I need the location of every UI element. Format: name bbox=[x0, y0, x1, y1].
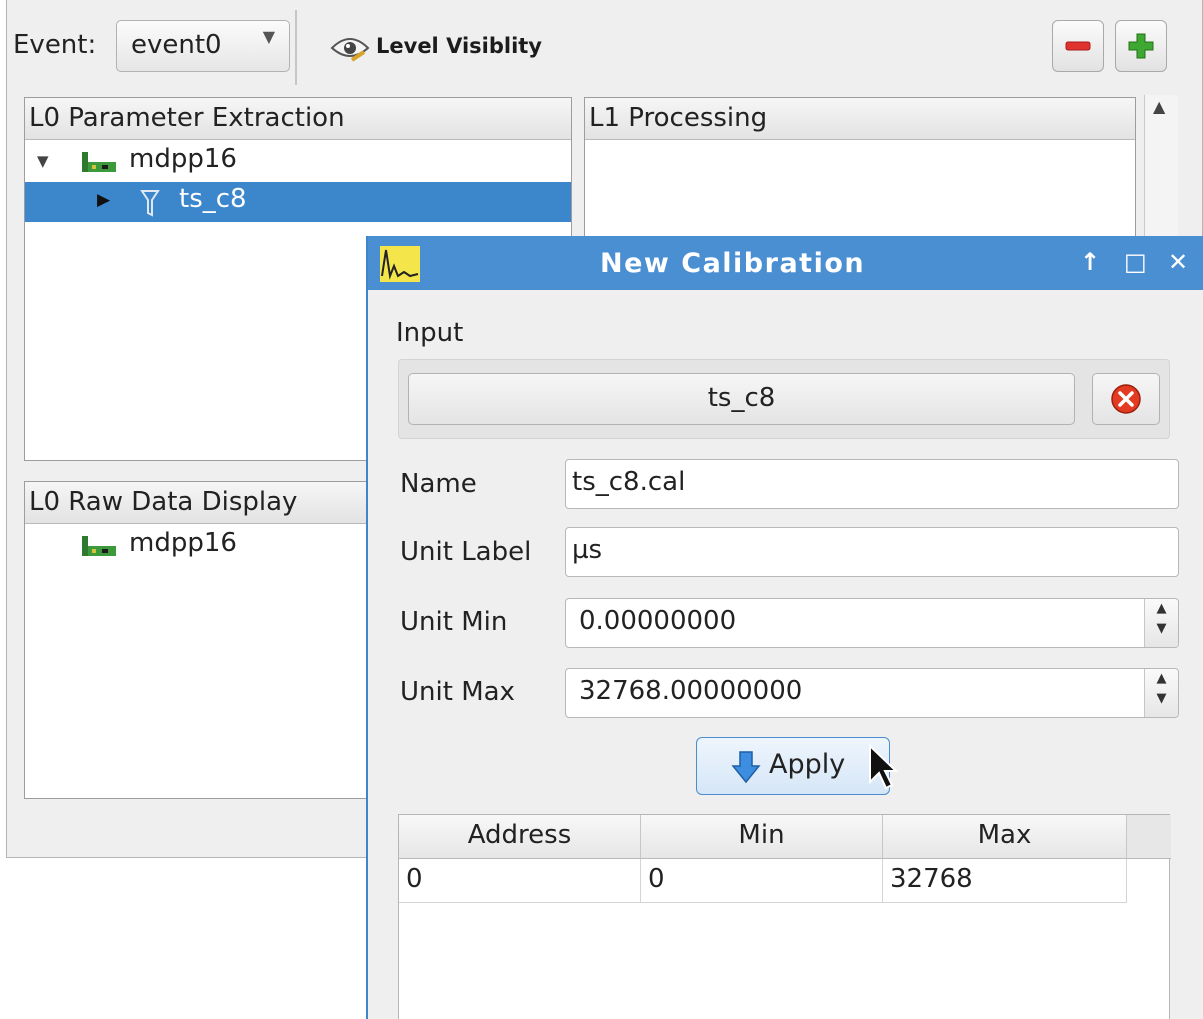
filter-icon bbox=[140, 190, 160, 217]
toolbar-separator bbox=[295, 10, 297, 85]
apply-button[interactable]: Apply bbox=[696, 737, 890, 795]
unit-max-label: Unit Max bbox=[400, 677, 515, 707]
eye-icon[interactable] bbox=[330, 36, 370, 66]
plus-icon bbox=[1128, 33, 1154, 59]
name-field[interactable]: ts_c8.cal bbox=[565, 459, 1179, 509]
unit-min-value: 0.00000000 bbox=[579, 606, 737, 636]
panel-header: L0 Parameter Extraction bbox=[25, 98, 571, 140]
name-label: Name bbox=[400, 469, 477, 499]
unit-label-field[interactable]: µs bbox=[565, 527, 1179, 577]
spin-down-icon[interactable]: ▼ bbox=[1145, 621, 1178, 645]
column-header-address[interactable]: Address bbox=[399, 815, 641, 859]
dialog-title: New Calibration bbox=[600, 248, 866, 279]
clear-icon bbox=[1111, 384, 1141, 414]
table-cell-address[interactable]: 0 bbox=[399, 859, 641, 903]
unit-min-spinbox[interactable]: 0.00000000 ▲ ▼ bbox=[565, 598, 1179, 648]
new-calibration-dialog: New Calibration ↑ □ ✕ Input ts_c8 Name t… bbox=[366, 236, 1203, 1019]
event-select-value: event0 bbox=[131, 30, 222, 60]
tree-item-label: mdpp16 bbox=[129, 144, 237, 174]
input-select-button[interactable]: ts_c8 bbox=[408, 373, 1075, 425]
unit-label-label: Unit Label bbox=[400, 537, 532, 567]
unit-max-spinbox[interactable]: 32768.00000000 ▲ ▼ bbox=[565, 668, 1179, 718]
chevron-down-icon: ▼ bbox=[262, 27, 275, 46]
remove-button[interactable] bbox=[1052, 20, 1104, 72]
expand-arrow-icon[interactable]: ▼ bbox=[37, 152, 49, 170]
scroll-up-icon[interactable]: ▲ bbox=[1153, 97, 1165, 116]
module-icon bbox=[82, 536, 116, 556]
level-visibility-button[interactable]: Level Visiblity bbox=[376, 34, 542, 58]
expand-arrow-icon[interactable]: ▶ bbox=[97, 190, 110, 210]
unit-min-spin-buttons[interactable]: ▲ ▼ bbox=[1144, 599, 1178, 647]
tree-item-ts-c8[interactable]: ▶ ts_c8 bbox=[25, 182, 571, 222]
unit-max-spin-buttons[interactable]: ▲ ▼ bbox=[1144, 669, 1178, 717]
table-cell-max[interactable]: 32768 bbox=[883, 859, 1127, 903]
panel-header: L1 Processing bbox=[585, 98, 1135, 140]
module-icon bbox=[82, 152, 116, 172]
column-header-max[interactable]: Max bbox=[883, 815, 1127, 859]
close-icon[interactable]: ✕ bbox=[1168, 248, 1188, 276]
calibration-table: Address Min Max 0 0 32768 bbox=[398, 814, 1171, 1019]
spin-down-icon[interactable]: ▼ bbox=[1145, 691, 1178, 715]
minus-icon bbox=[1065, 41, 1091, 51]
unit-max-value: 32768.00000000 bbox=[579, 676, 803, 706]
tree-item-label: mdpp16 bbox=[129, 528, 237, 558]
tree-item-label: ts_c8 bbox=[179, 184, 247, 214]
app-icon bbox=[380, 246, 420, 282]
keep-above-icon[interactable]: ↑ bbox=[1080, 248, 1100, 276]
maximize-icon[interactable]: □ bbox=[1124, 248, 1147, 276]
apply-label: Apply bbox=[769, 749, 846, 780]
event-label: Event: bbox=[13, 30, 97, 60]
header-filler bbox=[1127, 815, 1171, 859]
clear-input-button[interactable] bbox=[1092, 373, 1160, 425]
vertical-scrollbar[interactable]: ▲ bbox=[1144, 95, 1178, 245]
column-header-min[interactable]: Min bbox=[641, 815, 883, 859]
dialog-titlebar[interactable]: New Calibration ↑ □ ✕ bbox=[368, 236, 1203, 290]
input-section-label: Input bbox=[396, 318, 464, 348]
tree-item-mdpp16[interactable]: ▼ mdpp16 bbox=[25, 142, 571, 182]
add-button[interactable] bbox=[1115, 20, 1167, 72]
mouse-cursor-icon bbox=[869, 744, 898, 790]
event-select[interactable]: event0 ▼ bbox=[116, 20, 290, 72]
arrow-down-icon bbox=[731, 751, 761, 784]
table-cell-min[interactable]: 0 bbox=[641, 859, 883, 903]
unit-min-label: Unit Min bbox=[400, 607, 508, 637]
